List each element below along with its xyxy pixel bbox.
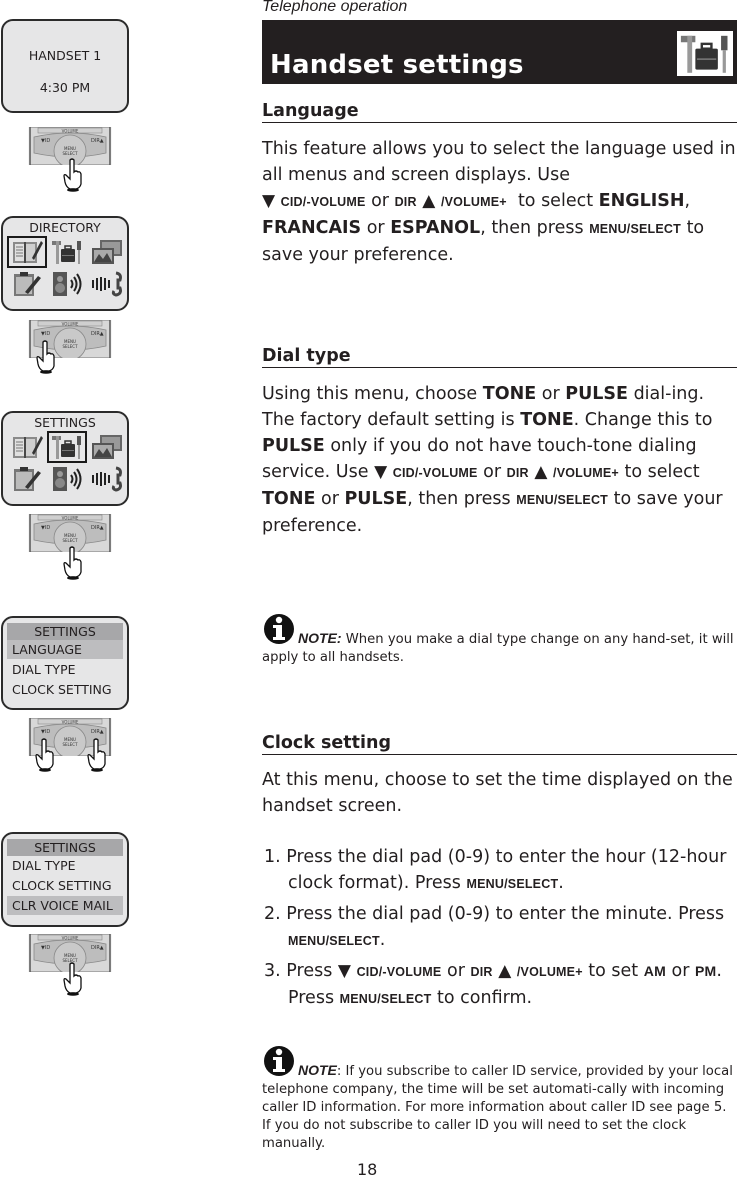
up-arrow-icon: ▲ bbox=[534, 462, 548, 482]
pointing-hand-icon bbox=[62, 546, 84, 580]
note-label: NOTE: bbox=[298, 630, 342, 646]
key-cid-volume: CID/-VOLUME bbox=[280, 195, 366, 209]
key-am: AM bbox=[643, 963, 666, 979]
tools-briefcase-icon bbox=[677, 31, 733, 76]
menu-icon-grid bbox=[3, 430, 127, 494]
key-menu-select: MENU/SELECT bbox=[339, 992, 432, 1006]
screen-menu-item[interactable]: CLR VOICE MAIL bbox=[7, 896, 123, 915]
down-arrow-icon: ▼ bbox=[262, 191, 276, 211]
option-espanol: ESPANOL bbox=[390, 218, 481, 238]
screen-title: SETTINGS bbox=[7, 623, 123, 640]
info-icon bbox=[262, 612, 298, 646]
handset-screen-settings-icons: SETTINGS bbox=[1, 411, 129, 506]
clock-step: 3. Press ▼ CID/-VOLUME or DIR ▲ /VOLUME+… bbox=[264, 961, 722, 1008]
pointing-hand-icon bbox=[35, 340, 57, 374]
screen-menu-item[interactable]: LANGUAGE bbox=[7, 640, 123, 659]
key-cid-volume: CID/-VOLUME bbox=[392, 466, 478, 480]
pointing-hand-icon bbox=[62, 962, 84, 996]
screen-menu-item[interactable]: CLOCK SETTING bbox=[7, 876, 123, 895]
key-volume-plus: /VOLUME+ bbox=[516, 965, 583, 979]
heading-dial-type: Dial type bbox=[262, 346, 737, 368]
clock-steps: 1. Press the dial pad (0-9) to enter the… bbox=[262, 844, 737, 1016]
clock-intro: At this menu, choose to set the time dis… bbox=[262, 770, 733, 816]
handset-screen-settings-list-scrolled: SETTINGS DIAL TYPE CLOCK SETTING CLR VOI… bbox=[1, 832, 129, 927]
key-menu-select: MENU/SELECT bbox=[288, 934, 380, 948]
key-pm: PM bbox=[695, 963, 717, 979]
screen-menu-item[interactable]: DIAL TYPE bbox=[7, 660, 123, 679]
up-arrow-icon: ▲ bbox=[498, 961, 512, 981]
tools-briefcase-icon[interactable] bbox=[48, 237, 86, 267]
option-english: ENGLISH bbox=[598, 191, 685, 211]
tools-briefcase-icon[interactable] bbox=[47, 431, 87, 463]
section-banner: Handset settings bbox=[262, 20, 737, 84]
speaker-icon[interactable] bbox=[48, 464, 86, 494]
pictures-icon[interactable] bbox=[88, 432, 126, 462]
key-volume-plus: /VOLUME+ bbox=[440, 195, 507, 209]
key-volume-plus: /VOLUME+ bbox=[553, 466, 619, 480]
screen-line-time: 4:30 PM bbox=[39, 80, 91, 95]
notepad-icon[interactable] bbox=[8, 269, 46, 299]
language-paragraph: This feature allows you to select the la… bbox=[262, 139, 736, 265]
pointing-hand-icon bbox=[86, 738, 108, 772]
handset-screen-idle: HANDSET 1 4:30 PM bbox=[1, 19, 129, 113]
screen-title: SETTINGS bbox=[34, 415, 96, 430]
clock-step: 1. Press the dial pad (0-9) to enter the… bbox=[264, 847, 727, 893]
ringer-phone-icon[interactable] bbox=[88, 269, 126, 299]
option-francais: FRANCAIS bbox=[262, 218, 362, 238]
heading-clock-setting: Clock setting bbox=[262, 733, 737, 755]
running-head: Telephone operation bbox=[262, 0, 408, 15]
ringer-phone-icon[interactable] bbox=[88, 464, 126, 494]
directory-book-icon[interactable] bbox=[8, 432, 46, 462]
handset-screen-settings-list: SETTINGS LANGUAGE DIAL TYPE CLOCK SETTIN… bbox=[1, 616, 129, 710]
banner-title: Handset settings bbox=[270, 50, 524, 80]
heading-language: Language bbox=[262, 101, 737, 123]
key-dir: DIR bbox=[470, 965, 493, 979]
down-arrow-icon: ▼ bbox=[337, 961, 351, 981]
note-dial-type: NOTE: When you make a dial type change o… bbox=[262, 612, 737, 667]
clock-step: 2. Press the dial pad (0-9) to enter the… bbox=[264, 904, 725, 950]
info-icon bbox=[262, 1044, 298, 1078]
note-caller-id: NOTE: If you subscribe to caller ID serv… bbox=[262, 1044, 737, 1153]
key-cid-volume: CID/-VOLUME bbox=[356, 965, 442, 979]
screen-title: DIRECTORY bbox=[29, 220, 101, 235]
page-number: 18 bbox=[357, 1160, 378, 1179]
screen-line-handset: HANDSET 1 bbox=[28, 48, 102, 63]
screen-menu-item[interactable]: DIAL TYPE bbox=[7, 856, 123, 875]
up-arrow-icon: ▲ bbox=[422, 191, 436, 211]
note-label: NOTE bbox=[298, 1062, 337, 1078]
dial-type-paragraph: Using this menu, choose TONE or PULSE di… bbox=[262, 384, 723, 536]
menu-icon-grid bbox=[3, 235, 127, 299]
directory-book-icon[interactable] bbox=[7, 236, 47, 268]
screen-title: SETTINGS bbox=[7, 839, 123, 856]
key-dir: DIR bbox=[506, 466, 529, 480]
down-arrow-icon: ▼ bbox=[374, 462, 388, 482]
handset-screen-directory: DIRECTORY bbox=[1, 216, 129, 311]
notepad-icon[interactable] bbox=[8, 464, 46, 494]
pointing-hand-icon bbox=[34, 738, 56, 772]
screen-menu-item[interactable]: CLOCK SETTING bbox=[7, 680, 123, 699]
speaker-icon[interactable] bbox=[48, 269, 86, 299]
pointing-hand-icon bbox=[62, 158, 84, 192]
key-menu-select: MENU/SELECT bbox=[589, 222, 681, 236]
pictures-icon[interactable] bbox=[88, 237, 126, 267]
key-menu-select: MENU/SELECT bbox=[516, 493, 609, 507]
key-menu-select: MENU/SELECT bbox=[466, 877, 559, 891]
key-dir: DIR bbox=[394, 195, 417, 209]
